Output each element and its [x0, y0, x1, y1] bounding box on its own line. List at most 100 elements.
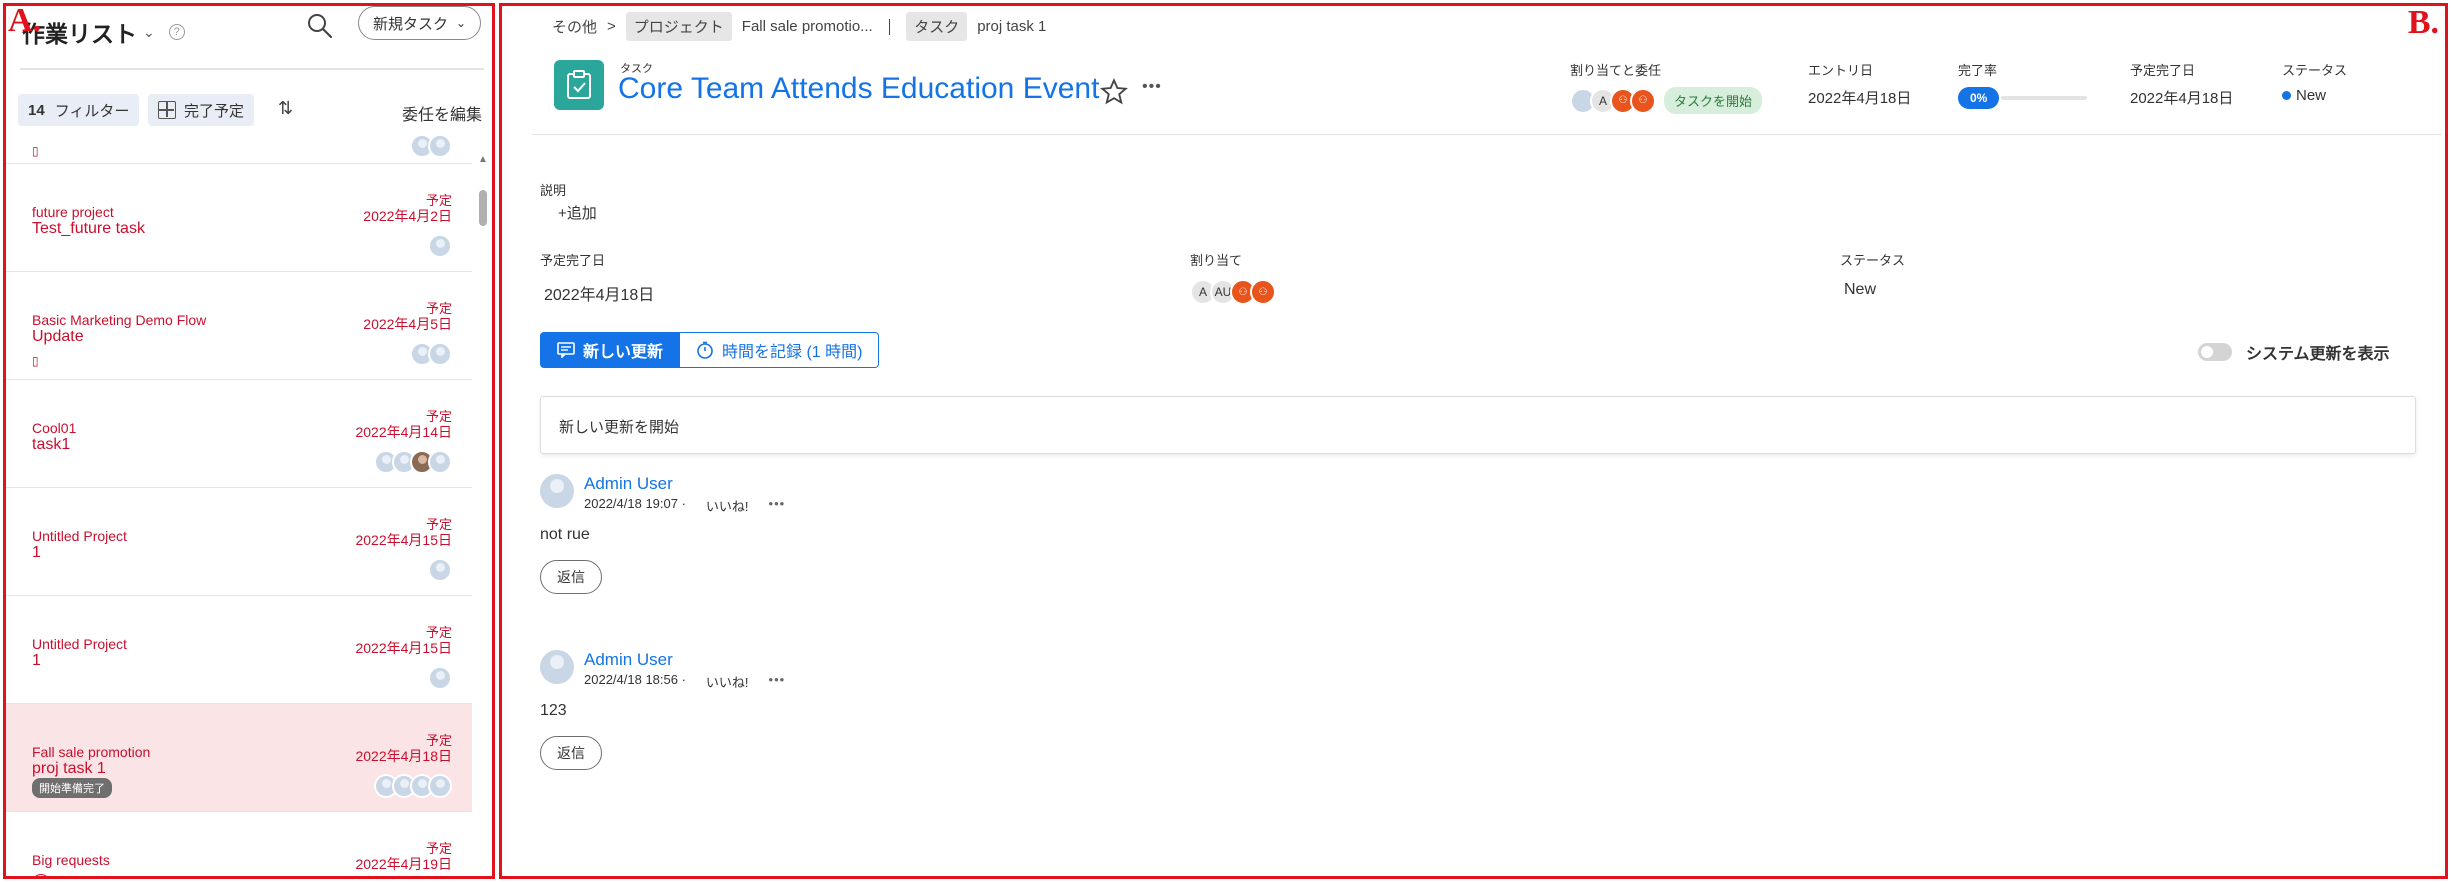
like-button[interactable]: いいね! [706, 672, 749, 691]
breadcrumb-project-tag: プロジェクト [625, 12, 732, 41]
system-updates-toggle-row: システム更新を表示 [2198, 340, 2390, 364]
planned-completion-label: 予定完了日 [2130, 63, 2196, 78]
breadcrumb-divider [888, 18, 891, 35]
status-value[interactable]: New [2282, 87, 2347, 104]
list-item[interactable]: Big requests 予定 2022年4月19日 ! 1 [6, 812, 472, 876]
list-item-due: 2022年4月18日 [355, 748, 452, 764]
scroll-up-icon[interactable]: ▲ [478, 154, 488, 165]
assignee-avatars [410, 136, 452, 158]
breadcrumb-task-link[interactable]: proj task 1 [977, 18, 1046, 35]
system-updates-toggle[interactable] [2198, 343, 2232, 361]
reply-button[interactable]: 返信 [540, 736, 602, 770]
list-item-project: Fall sale promotion [32, 744, 151, 760]
list-item-due: 2022年4月15日 [355, 640, 452, 656]
like-button[interactable]: いいね! [706, 496, 749, 515]
filter-count: 14 [28, 101, 45, 119]
list-item-selected[interactable]: Fall sale promotion proj task 1 予定 2022年… [6, 704, 472, 812]
status-text: New [2296, 87, 2327, 104]
breadcrumb-project-link[interactable]: Fall sale promotio... [742, 18, 873, 35]
update-timestamp: 2022/4/18 19:07 · [584, 496, 686, 511]
assignments-row[interactable]: A ⚇ ⚇ タスクを開始 [1570, 87, 1763, 114]
star-icon[interactable] [1100, 78, 1128, 106]
assignment-avatars[interactable]: A AU ⚇ ⚇ [1190, 279, 1276, 305]
due-date-field: 予定完了日 2022年4月18日 [540, 250, 654, 305]
comment-icon [557, 342, 575, 358]
planned-completion-section: 予定完了日 2022年4月18日 [2130, 60, 2233, 108]
more-options-icon[interactable]: ••• [1142, 78, 1162, 96]
task-clipboard-icon [554, 60, 604, 110]
assignee-avatars [428, 234, 452, 258]
list-item[interactable]: Untitled Project 1 予定 2022年4月15日 [6, 488, 472, 596]
search-icon[interactable] [306, 12, 334, 40]
annotation-label-a: A. [8, 2, 42, 39]
assignee-avatars [428, 558, 452, 582]
status-field-value[interactable]: New [1844, 281, 1905, 299]
assignment-field: 割り当て A AU ⚇ ⚇ [1190, 250, 1276, 305]
scroll-thumb[interactable] [479, 190, 487, 226]
stopwatch-icon [697, 341, 713, 359]
due-group-label: 完了予定 [184, 102, 245, 120]
chevron-down-icon[interactable]: ⌄ [143, 24, 155, 41]
team-avatar-icon: ⚇ [1250, 279, 1276, 305]
list-item-name: 1 [32, 544, 41, 561]
assignee-avatars [374, 450, 452, 474]
tab-log-time[interactable]: 時間を記録 (1 時間) [680, 332, 880, 368]
progress-bar[interactable]: 0% [1958, 87, 2088, 109]
new-task-button[interactable]: 新規タスク ⌄ [358, 6, 482, 40]
breadcrumb-other[interactable]: その他 [552, 16, 597, 37]
status-label: ステータス [2282, 63, 2348, 78]
filter-label: フィルター [54, 102, 130, 120]
description-label: 説明 [540, 183, 567, 198]
update-body: 123 [540, 702, 567, 719]
new-task-label: 新規タスク [373, 15, 449, 33]
chevron-down-icon: ⌄ [456, 16, 467, 30]
due-group-button[interactable]: 完了予定 [148, 94, 255, 126]
help-icon[interactable]: ? [168, 24, 185, 40]
filter-button[interactable]: 14 フィルター [18, 94, 140, 126]
grid-icon [158, 101, 176, 119]
team-avatar-icon: ⚇ [1630, 87, 1656, 114]
more-options-icon[interactable]: ••• [769, 496, 786, 515]
edit-delegation-link[interactable]: 委任を編集 [402, 101, 482, 125]
new-update-input[interactable]: 新しい更新を開始 [540, 396, 2416, 454]
list-item[interactable]: Cool01 task1 予定 2022年4月14日 [6, 380, 472, 488]
assignee-avatars [410, 342, 452, 366]
reply-button[interactable]: 返信 [540, 560, 602, 594]
assignment-field-label: 割り当て [1190, 253, 1243, 268]
assignee-avatars [374, 774, 452, 798]
system-updates-label: システム更新を表示 [2246, 346, 2390, 363]
work-list-scrollbar[interactable]: ▲ [476, 146, 490, 876]
list-item[interactable]: Basic Marketing Demo Flow Update 予定 2022… [6, 272, 472, 380]
status-field-label: ステータス [1840, 253, 1906, 268]
planned-completion-value[interactable]: 2022年4月18日 [2130, 87, 2233, 108]
work-list-toolbar: 14 フィルター 完了予定 ⇅ 委任を編集 [14, 94, 482, 128]
status-badge: 開始準備完了 [32, 778, 112, 798]
breadcrumb: その他 > プロジェクト Fall sale promotio... タスク p… [552, 12, 1046, 41]
more-options-icon[interactable]: ••• [769, 672, 786, 691]
list-item[interactable]: future project Test_future task 予定 2022年… [6, 164, 472, 272]
task-title[interactable]: Core Team Attends Education Event [618, 72, 1099, 106]
progress-label: 完了率 [1958, 63, 1998, 78]
update-author[interactable]: Admin User [584, 474, 673, 494]
due-date-field-value[interactable]: 2022年4月18日 [544, 281, 654, 305]
start-task-button[interactable]: タスクを開始 [1664, 87, 1763, 114]
list-item[interactable]: ▯ [6, 136, 472, 164]
work-list-panel: 作業リスト ⌄ ? 新規タスク ⌄ 14 フィルター 完了予定 ⇅ 委任を編集 … [6, 6, 492, 876]
update-author[interactable]: Admin User [584, 650, 673, 670]
status-field: ステータス New [1840, 250, 1905, 299]
list-item-project: Untitled Project [32, 528, 127, 544]
list-item[interactable]: Untitled Project 1 予定 2022年4月15日 [6, 596, 472, 704]
assignments-section: 割り当てと委任 A ⚇ ⚇ タスクを開始 [1570, 60, 1763, 114]
avatar [428, 234, 452, 258]
tab-new-update[interactable]: 新しい更新 [540, 332, 681, 368]
sort-icon[interactable]: ⇅ [278, 98, 293, 119]
status-dot-icon [2282, 91, 2291, 100]
work-list: ▯ future project Test_future task 予定 202… [6, 136, 472, 876]
avatar [428, 774, 452, 798]
avatar [428, 136, 452, 158]
add-description-button[interactable]: +追加 [558, 202, 597, 223]
due-date-field-label: 予定完了日 [540, 253, 606, 268]
list-item-due: 2022年4月15日 [355, 532, 452, 548]
list-item-due: 2022年4月5日 [363, 316, 452, 332]
progress-section: 完了率 0% [1958, 60, 2088, 109]
